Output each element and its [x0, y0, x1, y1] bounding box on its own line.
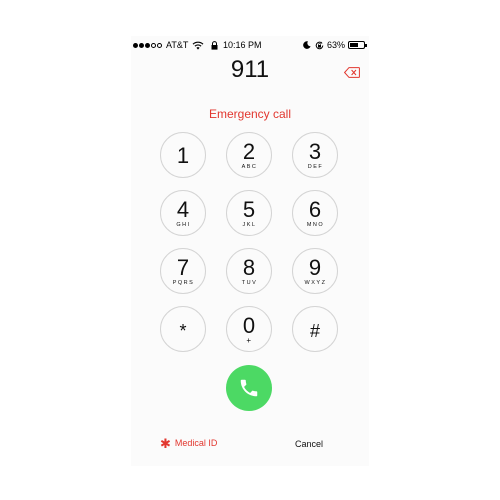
key-hash[interactable]: #	[292, 306, 338, 352]
medical-id-label: Medical ID	[174, 438, 218, 448]
key-digit: 6	[308, 197, 322, 222]
carrier-name: AT&T	[166, 40, 189, 50]
key-letters: GHI	[176, 222, 191, 228]
moon-icon	[303, 41, 311, 49]
asterisk-icon: ✱	[160, 435, 171, 451]
signal-dot	[133, 42, 138, 48]
status-time: 10:16 PM	[223, 40, 262, 50]
medical-id-button[interactable]: ✱ Medical ID	[160, 435, 218, 451]
status-left: AT&T	[133, 40, 204, 50]
key-6[interactable]: 6 MNO	[292, 190, 338, 236]
key-letters: TUV	[241, 280, 258, 286]
signal-dot	[151, 42, 156, 48]
signal-strength-icon	[133, 42, 163, 48]
wifi-icon	[192, 41, 204, 50]
cancel-button[interactable]: Cancel	[295, 439, 323, 449]
dialed-number: 911	[230, 56, 270, 83]
key-4[interactable]: 4 GHI	[160, 190, 206, 236]
lock-icon	[211, 40, 218, 50]
key-letters: WXYZ	[304, 280, 327, 286]
call-button[interactable]	[226, 365, 272, 411]
battery-nub	[365, 44, 367, 47]
signal-dot	[139, 42, 144, 48]
key-3[interactable]: 3 DEF	[292, 132, 338, 178]
status-center: 10:16 PM	[211, 40, 262, 50]
key-digit: 1	[176, 143, 190, 168]
key-digit: 8	[242, 255, 256, 280]
phone-icon	[240, 379, 258, 397]
key-5[interactable]: 5 JKL	[226, 190, 272, 236]
battery-percent: 63%	[326, 40, 345, 50]
key-1[interactable]: 1	[160, 132, 206, 178]
key-9[interactable]: 9 WXYZ	[292, 248, 338, 294]
key-7[interactable]: 7 PQRS	[160, 248, 206, 294]
emergency-call-label: Emergency call	[208, 107, 292, 121]
key-digit: 4	[176, 197, 190, 222]
key-letters: JKL	[242, 222, 257, 228]
signal-dot	[157, 42, 162, 48]
key-letters: PQRS	[172, 280, 195, 286]
battery-icon	[348, 41, 367, 49]
backspace-icon[interactable]	[344, 67, 360, 78]
battery-fill	[350, 43, 358, 47]
key-digit: 0	[242, 313, 256, 338]
key-8[interactable]: 8 TUV	[226, 248, 272, 294]
key-letters: MNO	[306, 222, 325, 228]
key-digit: 5	[242, 197, 256, 222]
key-digit: *	[179, 321, 187, 341]
key-digit: 9	[308, 255, 322, 280]
key-digit: 7	[176, 255, 190, 280]
key-letters: DEF	[307, 164, 324, 170]
key-0[interactable]: 0 +	[226, 306, 272, 352]
key-star[interactable]: *	[160, 306, 206, 352]
key-letters: ABC	[241, 164, 258, 170]
dialer-screen: AT&T 10:16 PM 63% 911 Emergency call 1 2…	[131, 36, 369, 466]
status-right: 63%	[303, 40, 367, 50]
key-digit: 3	[308, 139, 322, 164]
signal-dot	[145, 42, 150, 48]
rotation-lock-icon	[315, 41, 324, 49]
key-digit: #	[309, 321, 320, 341]
key-digit: 2	[242, 139, 256, 164]
key-letters: +	[246, 336, 253, 345]
status-bar: AT&T 10:16 PM 63%	[131, 36, 369, 54]
key-2[interactable]: 2 ABC	[226, 132, 272, 178]
